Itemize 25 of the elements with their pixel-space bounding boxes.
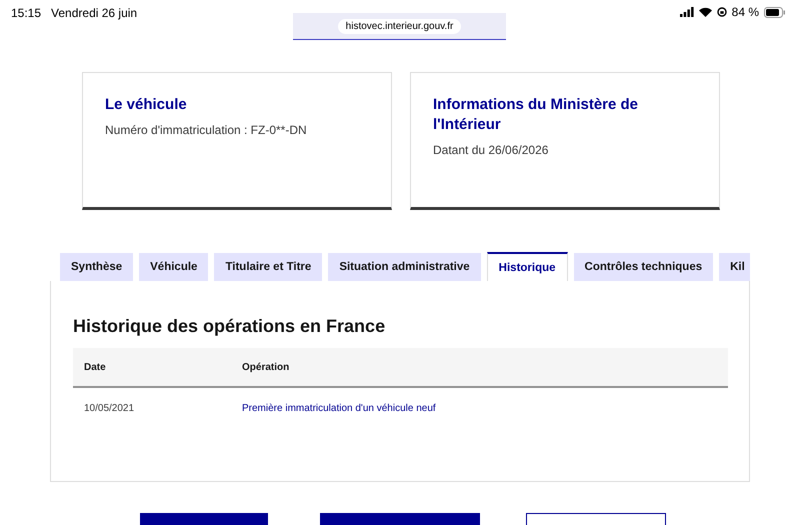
battery-percentage: 84 %	[732, 5, 759, 19]
signal-icon	[680, 7, 694, 17]
card-title: Informations du Ministère de l'Intérieur	[433, 95, 640, 135]
section-title: Historique des opérations en France	[73, 316, 386, 337]
url-field[interactable]: histovec.interieur.gouv.fr	[338, 18, 462, 34]
card-title: Le véhicule	[105, 95, 188, 115]
table-cell: 10/05/2021	[73, 387, 231, 428]
battery-icon	[764, 6, 786, 18]
clock-time: 15:15	[11, 6, 42, 20]
lock-rotation-icon	[716, 7, 727, 17]
tab[interactable]: Titulaire et Titre	[214, 253, 322, 281]
tab[interactable]: Historique	[486, 252, 568, 281]
tab[interactable]: Contrôles techniques	[574, 253, 714, 281]
status-date: Vendredi 26 juin	[51, 6, 138, 20]
wifi-icon	[698, 7, 712, 17]
column-header: Opération	[231, 348, 728, 387]
tab[interactable]: Synthèse	[60, 253, 134, 281]
operation-link[interactable]: Première immatriculation d'un véhicule neuf	[231, 387, 728, 428]
action-button[interactable]	[526, 513, 666, 525]
card-text: Numéro d'immatriculation : FZ-0**-DN	[105, 123, 308, 137]
tab[interactable]: Kil	[719, 253, 750, 281]
tab[interactable]: Situation administrative	[328, 253, 481, 281]
column-header: Date	[73, 348, 231, 387]
card-text: Datant du 26/06/2026	[433, 143, 550, 157]
tab[interactable]: Véhicule	[139, 253, 208, 281]
